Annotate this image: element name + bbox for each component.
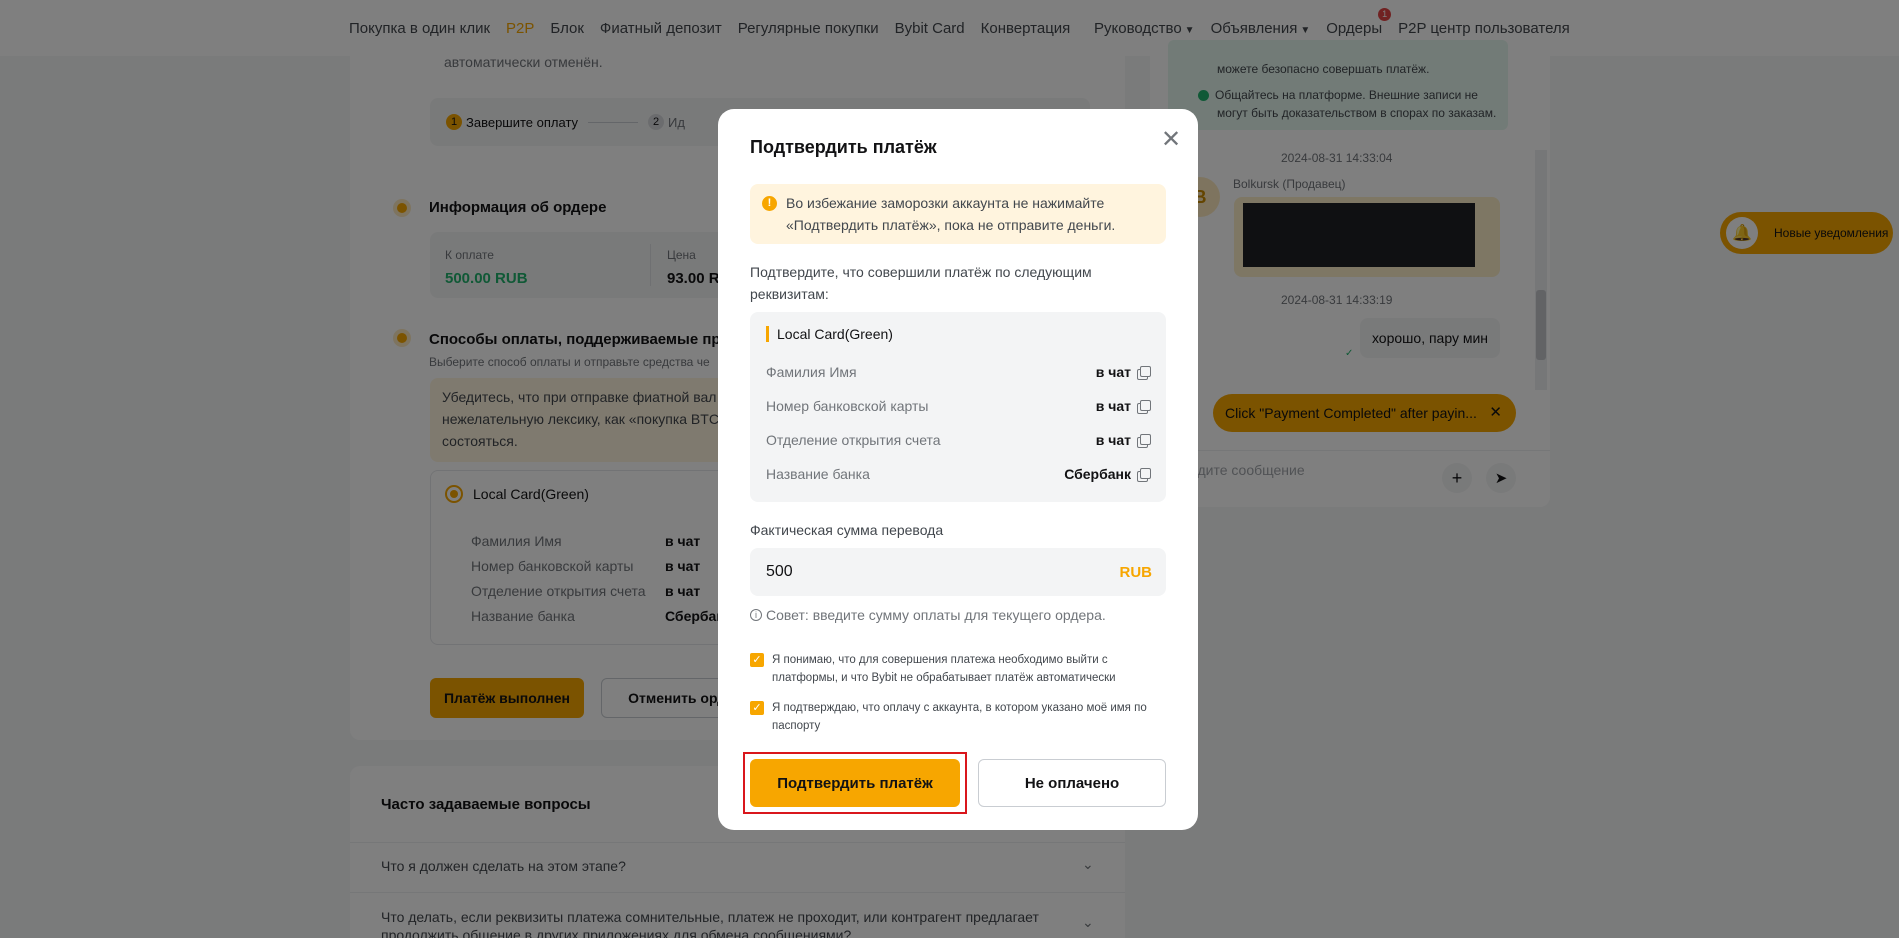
requisite-value: в чат [1096,398,1151,414]
amount-input[interactable] [766,563,1066,581]
requisite-row: Номер банковской карты в чат [766,395,1151,417]
requisite-row: Отделение открытия счета в чат [766,429,1151,451]
requisite-label: Отделение открытия счета [766,432,941,448]
warning-icon: ! [762,196,777,211]
modal-title: Подтвердить платёж [750,137,937,157]
info-icon: i [750,609,762,621]
requisite-value: в чат [1096,364,1151,380]
modal-warning-text: Во избежание заморозки аккаунта не нажим… [786,195,1116,233]
amount-field[interactable]: RUB [750,548,1166,596]
requisite-row: Название банка Сбербанк [766,463,1151,485]
not-paid-button[interactable]: Не оплачено [978,759,1166,807]
copy-icon[interactable] [1137,433,1151,448]
checkbox-checked-icon[interactable]: ✓ [750,701,764,715]
requisite-label: Фамилия Имя [766,364,857,380]
requisite-label: Название банка [766,466,870,482]
amount-label: Фактическая сумма перевода [750,522,944,538]
confirm-text: Подтвердите, что совершили платёж по сле… [750,264,1092,302]
understand-checkbox-row[interactable]: ✓ Я понимаю, что для совершения платежа … [750,651,1166,687]
copy-icon[interactable] [1137,399,1151,414]
checkbox-label: Я подтверждаю, что оплачу с аккаунта, в … [772,702,1147,732]
requisite-row: Фамилия Имя в чат [766,361,1151,383]
amount-hint: i Совет: введите сумму оплаты для текуще… [750,607,1106,623]
copy-icon[interactable] [1137,365,1151,380]
confirm-payment-modal: Подтвердить платёж ✕ ! Во избежание замо… [718,109,1198,830]
confirm-payment-button[interactable]: Подтвердить платёж [750,759,960,807]
modal-warning: ! Во избежание заморозки аккаунта не наж… [750,184,1166,244]
amount-hint-text: Совет: введите сумму оплаты для текущего… [766,607,1106,623]
close-icon[interactable]: ✕ [1158,127,1184,153]
requisite-label: Номер банковской карты [766,398,929,414]
checkbox-label: Я понимаю, что для совершения платежа не… [772,654,1116,684]
amount-currency: RUB [1119,563,1153,581]
checkbox-checked-icon[interactable]: ✓ [750,653,764,667]
requisite-value: в чат [1096,432,1151,448]
requisite-value: Сбербанк [1064,466,1151,482]
requisites-method-name: Local Card(Green) [766,326,893,342]
confirm-account-checkbox-row[interactable]: ✓ Я подтверждаю, что оплачу с аккаунта, … [750,699,1166,735]
copy-icon[interactable] [1137,467,1151,482]
requisites-box: Local Card(Green) Фамилия Имя в чат Номе… [750,312,1166,502]
